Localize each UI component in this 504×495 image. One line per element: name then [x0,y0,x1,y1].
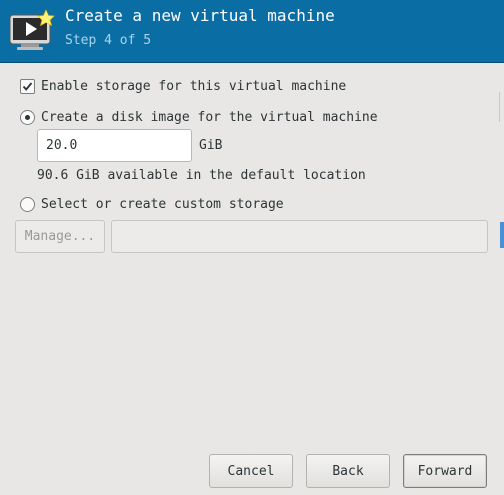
checkmark-icon [22,82,33,91]
background-window-accent [500,222,504,248]
wizard-title: Create a new virtual machine [65,6,335,25]
manage-button[interactable]: Manage... [15,220,105,253]
checkbox-box[interactable] [20,79,35,94]
forward-button[interactable]: Forward [403,454,487,488]
disk-size-input[interactable] [38,130,191,161]
custom-storage-path-field[interactable] [111,220,488,253]
create-disk-radio[interactable]: Create a disk image for the virtual mach… [20,110,378,125]
available-space-text: 90.6 GiB available in the default locati… [37,168,366,183]
back-button[interactable]: Back [306,454,390,488]
custom-storage-radio[interactable]: Select or create custom storage [20,197,284,212]
radio-custom-storage[interactable] [20,197,35,212]
wizard-header: Create a new virtual machine Step 4 of 5 [0,0,504,63]
vm-monitor-star-icon [9,9,55,50]
disk-size-spinbutton[interactable]: − + [37,129,192,162]
wizard-step-indicator: Step 4 of 5 [65,33,152,48]
cancel-button[interactable]: Cancel [209,454,293,488]
enable-storage-label: Enable storage for this virtual machine [41,79,347,94]
disk-size-unit: GiB [199,138,223,153]
radio-selected-dot [25,115,30,120]
custom-storage-label: Select or create custom storage [41,197,284,212]
background-window-edge [499,92,504,122]
radio-create-disk[interactable] [20,110,35,125]
create-disk-label: Create a disk image for the virtual mach… [41,110,378,125]
enable-storage-checkbox[interactable]: Enable storage for this virtual machine [20,79,346,94]
